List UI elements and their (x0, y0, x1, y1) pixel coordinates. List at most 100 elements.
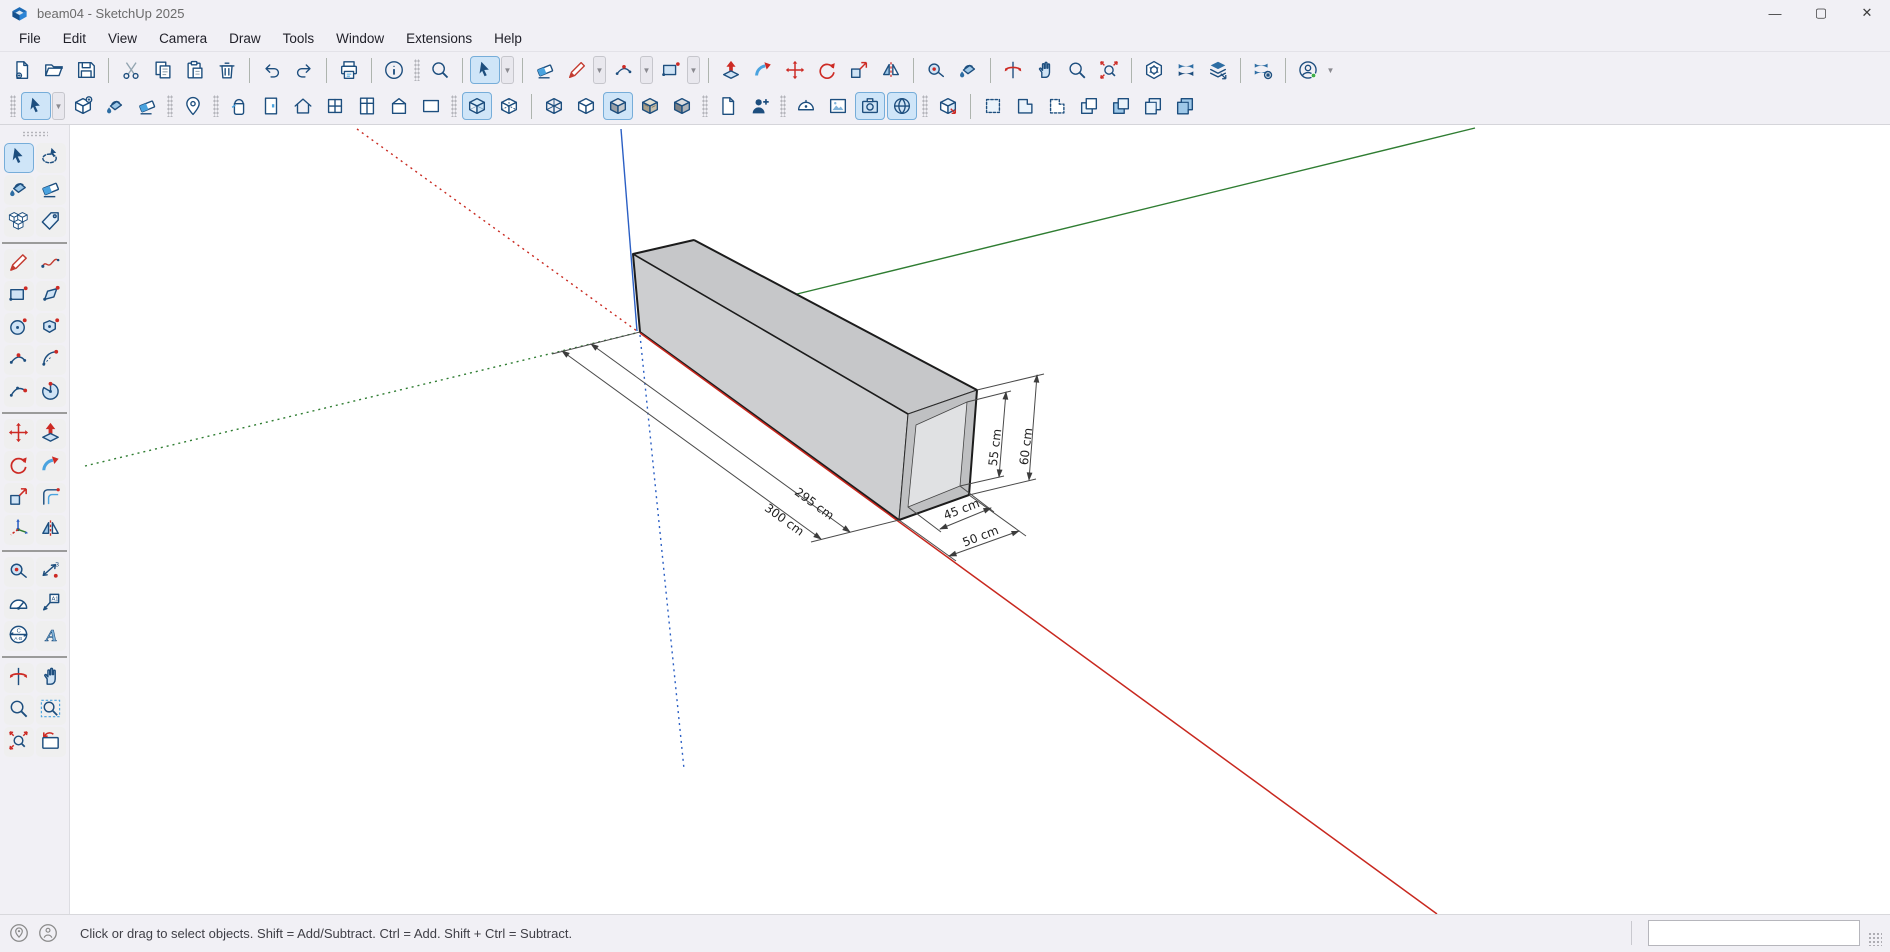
photo-frame-button[interactable] (823, 92, 853, 120)
warehouse-share-button[interactable] (1171, 56, 1201, 84)
model-info-button[interactable] (379, 56, 409, 84)
menu-help[interactable]: Help (483, 28, 533, 49)
tape-measure-tool-button[interactable] (4, 557, 34, 587)
two-point-arc-dropdown-button[interactable]: ▼ (640, 56, 653, 84)
toolbar-grip[interactable] (451, 95, 457, 117)
corner-box-button[interactable] (1010, 92, 1040, 120)
menu-tools[interactable]: Tools (272, 28, 326, 49)
geolocation-icon[interactable] (8, 922, 30, 944)
dim-label-60[interactable]: 60 cm (1017, 427, 1035, 466)
scale-box-button[interactable] (844, 56, 874, 84)
window-frame-button[interactable] (320, 92, 350, 120)
eraser-button[interactable] (530, 56, 560, 84)
three-point-arc-tool-button[interactable] (4, 377, 34, 407)
toolbar-grip[interactable] (213, 95, 219, 117)
paste-clipboard-button[interactable] (180, 56, 210, 84)
make-component-button[interactable] (68, 92, 98, 120)
dimensions-tool-button[interactable]: 3 (36, 557, 66, 587)
pan-hand-button[interactable] (1030, 56, 1060, 84)
copy-button[interactable] (148, 56, 178, 84)
credits-person-icon[interactable] (37, 922, 59, 944)
dome-view-button[interactable] (791, 92, 821, 120)
measurements-input[interactable] (1648, 920, 1860, 946)
toolbar-grip[interactable] (414, 59, 420, 81)
text-label-tool-button[interactable]: A1 (36, 589, 66, 619)
orbit-tool-button[interactable] (4, 663, 34, 693)
tag-tool-button[interactable] (36, 207, 66, 237)
toolbar-grip[interactable] (702, 95, 708, 117)
toolbar-grip[interactable] (780, 95, 786, 117)
pie-tool-button[interactable] (36, 377, 66, 407)
tape-measure-button[interactable] (921, 56, 951, 84)
trash-button[interactable] (212, 56, 242, 84)
model-viewport[interactable]: 295 cm 300 cm 45 cm 50 cm 55 cm 60 cm (70, 125, 1890, 914)
account-avatar-dropdown-button[interactable]: ▼ (1324, 56, 1337, 84)
menu-extensions[interactable]: Extensions (395, 28, 483, 49)
follow-me-tool-button[interactable] (36, 451, 66, 481)
line-pencil-button[interactable] (562, 56, 592, 84)
roof-button[interactable] (288, 92, 318, 120)
box-wireframe-button[interactable] (539, 92, 569, 120)
dashed-box-button[interactable] (978, 92, 1008, 120)
paint-bucket-button[interactable] (953, 56, 983, 84)
menu-file[interactable]: File (8, 28, 52, 49)
undo-arrow-button[interactable] (257, 56, 287, 84)
zoom-extents-button[interactable] (1094, 56, 1124, 84)
menu-draw[interactable]: Draw (218, 28, 272, 49)
save-button[interactable] (71, 56, 101, 84)
box-back-edges-button[interactable] (494, 92, 524, 120)
shed-button[interactable] (384, 92, 414, 120)
new-file-button[interactable] (7, 56, 37, 84)
pan-hand-tool-button[interactable] (36, 663, 66, 693)
axes-tool-button[interactable] (4, 515, 34, 545)
search-magnifier-button[interactable] (425, 56, 455, 84)
rotate-arrows-button[interactable] (812, 56, 842, 84)
flip-triangles-button[interactable] (876, 56, 906, 84)
location-pin-button[interactable] (178, 92, 208, 120)
zoom-extents-tool-button[interactable] (4, 727, 34, 757)
redo-arrow-button[interactable] (289, 56, 319, 84)
photo-camera-button[interactable] (855, 92, 885, 120)
printer-button[interactable] (334, 56, 364, 84)
close-button[interactable]: ✕ (1844, 0, 1890, 26)
toolbar-grip[interactable] (167, 95, 173, 117)
model-layers-button[interactable] (1203, 56, 1233, 84)
box-shaded-button[interactable] (603, 92, 633, 120)
move-arrows-button[interactable] (780, 56, 810, 84)
menu-view[interactable]: View (97, 28, 148, 49)
globe-scene-button[interactable] (887, 92, 917, 120)
two-point-arc-tool-button[interactable] (4, 345, 34, 375)
polygon-shape-tool-button[interactable] (36, 313, 66, 343)
stacked-box-filled-button[interactable] (1170, 92, 1200, 120)
line-pencil-dropdown-button[interactable]: ▼ (593, 56, 606, 84)
components-tool-button[interactable] (4, 207, 34, 237)
eraser-tool-button[interactable] (36, 175, 66, 205)
paint-bucket-button[interactable] (100, 92, 130, 120)
rotate-arrows-tool-button[interactable] (4, 451, 34, 481)
select-cursor-tool-button[interactable] (4, 143, 34, 173)
box-xray-button[interactable] (462, 92, 492, 120)
dim-label-50[interactable]: 50 cm (961, 523, 1001, 549)
circle-shape-tool-button[interactable] (4, 313, 34, 343)
scale-box-tool-button[interactable] (4, 483, 34, 513)
paint-can-button[interactable] (224, 92, 254, 120)
send-to-layout-button[interactable] (1248, 56, 1278, 84)
double-box-button[interactable] (1074, 92, 1104, 120)
zoom-magnifier-button[interactable] (1062, 56, 1092, 84)
push-pull-tool-button[interactable] (36, 419, 66, 449)
maximize-button[interactable]: ▢ (1798, 0, 1844, 26)
protractor-tool-button[interactable] (4, 589, 34, 619)
dashed-corner-box-button[interactable] (1042, 92, 1072, 120)
box-monochrome-button[interactable] (667, 92, 697, 120)
stacked-box-button[interactable] (1138, 92, 1168, 120)
previous-view-tool-button[interactable] (36, 727, 66, 757)
zoom-window-tool-button[interactable] (36, 695, 66, 725)
beam-model[interactable] (633, 240, 977, 520)
box-hidden-line-button[interactable] (571, 92, 601, 120)
select-cursor-button[interactable] (470, 56, 500, 84)
dim-label-300[interactable]: 300 cm (762, 501, 807, 539)
move-arrows-tool-button[interactable] (4, 419, 34, 449)
cut-scissors-button[interactable] (116, 56, 146, 84)
select-cursor-button[interactable] (21, 92, 51, 120)
lasso-tool-button[interactable] (36, 143, 66, 173)
